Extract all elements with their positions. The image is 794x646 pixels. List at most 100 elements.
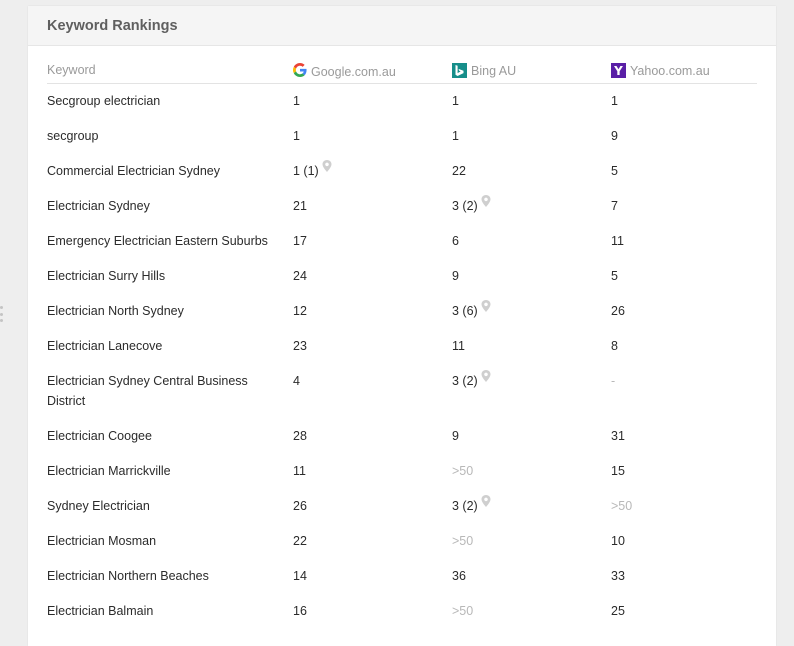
column-header-google[interactable]: Google.com.au: [293, 63, 396, 80]
keyword-cell: Electrician Surry Hills: [47, 269, 166, 283]
keyword-cell: Emergency Electrician Eastern Suburbs: [47, 234, 268, 248]
keyword-cell: Commercial Electrician Sydney: [47, 164, 220, 178]
keyword-cell: Electrician North Sydney: [47, 304, 184, 318]
google-rank-cell: 1 (1): [293, 160, 332, 181]
keyword-cell: Electrician Sydney Central Business Dist…: [47, 374, 248, 408]
yahoo-rank-cell: 31: [611, 426, 625, 446]
table-header-row: Keyword Google.com.au Bing AU Y Yahoo.co…: [47, 61, 757, 84]
drag-dot: [0, 312, 3, 316]
keyword-cell: Electrician Coogee: [47, 429, 152, 443]
bing-rank-cell: 3 (2): [452, 493, 491, 516]
yahoo-rank-value: 10: [611, 534, 625, 548]
google-rank-cell: 1: [293, 91, 300, 111]
bing-rank-value: >50: [452, 604, 474, 618]
yahoo-rank-value: 5: [611, 164, 618, 178]
bing-rank-cell: 9: [452, 426, 459, 446]
google-rank-cell: 23: [293, 336, 307, 356]
yahoo-rank-value: 8: [611, 339, 618, 353]
column-header-keyword[interactable]: Keyword: [47, 63, 96, 77]
yahoo-rank-cell: 7: [611, 196, 618, 216]
bing-rank-value: 1: [452, 94, 459, 108]
google-rank-cell: 11: [293, 461, 306, 481]
bing-rank-cell: >50: [452, 601, 473, 621]
yahoo-rank-value: 26: [611, 304, 625, 318]
keyword-cell: Electrician Sydney: [47, 199, 150, 213]
resize-drag-handle[interactable]: [0, 306, 4, 322]
table-row[interactable]: Commercial Electrician Sydney 1 (1) 22 5: [47, 154, 757, 189]
keyword-cell: Electrician Mosman: [47, 534, 157, 548]
yahoo-rank-value: 1: [611, 94, 618, 108]
column-header-label: Keyword: [47, 63, 96, 77]
google-rank-value: 23: [293, 339, 307, 353]
bing-rank-cell: >50: [452, 461, 473, 481]
yahoo-rank-value: 7: [611, 199, 618, 213]
yahoo-rank-cell: >50: [611, 496, 632, 516]
yahoo-rank-cell: 26: [611, 301, 625, 321]
yahoo-rank-value: 15: [611, 464, 625, 478]
drag-dot: [0, 319, 3, 322]
column-header-label: Google.com.au: [311, 64, 396, 79]
google-rank-cell: 22: [293, 531, 307, 551]
table-row[interactable]: Electrician Lanecove 23 11 8: [47, 329, 757, 364]
bing-rank-cell: 3 (2): [452, 370, 491, 391]
google-rank-cell: 4: [293, 371, 300, 391]
table-row[interactable]: Emergency Electrician Eastern Suburbs 17 6…: [47, 224, 757, 259]
bing-rank-cell: 3 (6): [452, 300, 491, 321]
google-rank-cell: 14: [293, 566, 307, 586]
bing-rank-cell: 9: [452, 266, 459, 286]
table-row[interactable]: Electrician Sydney Central Business Dist…: [47, 364, 757, 419]
yahoo-rank-cell: 15: [611, 461, 625, 481]
google-rank-cell: 28: [293, 426, 307, 446]
yahoo-rank-cell: 9: [611, 126, 618, 146]
bing-rank-cell: 11: [452, 336, 465, 356]
bing-rank-cell: 36: [452, 566, 466, 586]
bing-rank-cell: 1: [452, 91, 459, 111]
yahoo-rank-cell: -: [611, 371, 615, 391]
yahoo-rank-value: 25: [611, 604, 625, 618]
google-rank-value: 24: [293, 269, 307, 283]
table-row[interactable]: Electrician Coogee 28 9 31: [47, 419, 757, 454]
bing-rank-cell: 22: [452, 161, 466, 181]
bing-rank-value: 9: [452, 429, 459, 443]
google-rank-value: 12: [293, 304, 307, 318]
table-row[interactable]: Electrician Balmain 16 >50 25: [47, 594, 757, 629]
table-row[interactable]: Electrician Marrickville 11 >50 15: [47, 454, 757, 489]
yahoo-rank-value: -: [611, 374, 616, 388]
yahoo-rank-cell: 11: [611, 231, 624, 251]
bing-rank-value: 11: [452, 339, 465, 353]
keyword-rankings-panel: Keyword Rankings Keyword Google.com.au B…: [28, 6, 776, 646]
google-rank-value: 1: [293, 129, 300, 143]
table-row[interactable]: Electrician Mosman 22 >50 10: [47, 524, 757, 559]
map-pin-icon: [481, 493, 491, 513]
google-rank-value: 4: [293, 374, 300, 388]
rankings-table: Keyword Google.com.au Bing AU Y Yahoo.co…: [47, 61, 757, 629]
google-rank-value: 11: [293, 464, 306, 478]
table-row[interactable]: Electrician North Sydney 12 3 (6) 26: [47, 294, 757, 329]
google-rank-value: 28: [293, 429, 307, 443]
google-rank-cell: 1: [293, 126, 300, 146]
table-row[interactable]: secgroup 1 1 9: [47, 119, 757, 154]
bing-rank-value: 3 (2): [452, 499, 478, 513]
bing-rank-value: 3 (2): [452, 374, 478, 388]
drag-dot: [0, 306, 3, 309]
bing-rank-value: 22: [452, 164, 466, 178]
keyword-cell: Electrician Marrickville: [47, 464, 171, 478]
column-header-label: Yahoo.com.au: [630, 63, 710, 78]
google-rank-cell: 24: [293, 266, 307, 286]
column-header-bing[interactable]: Bing AU: [452, 63, 516, 78]
yahoo-rank-value: >50: [611, 499, 633, 513]
google-rank-value: 26: [293, 499, 307, 513]
yahoo-rank-value: 5: [611, 269, 618, 283]
bing-rank-cell: 1: [452, 126, 459, 146]
table-row[interactable]: Sydney Electrician 26 3 (2) >50: [47, 489, 757, 524]
yahoo-rank-value: 33: [611, 569, 625, 583]
yahoo-rank-cell: 1: [611, 91, 618, 111]
table-row[interactable]: Electrician Sydney 21 3 (2) 7: [47, 189, 757, 224]
keyword-cell: Electrician Lanecove: [47, 339, 163, 353]
table-row[interactable]: Electrician Northern Beaches 14 36 33: [47, 559, 757, 594]
table-body: Secgroup electrician 1 1 1 secgroup 1 1 9 Commer…: [47, 84, 757, 629]
column-header-yahoo[interactable]: Y Yahoo.com.au: [611, 63, 710, 78]
table-row[interactable]: Secgroup electrician 1 1 1: [47, 84, 757, 119]
table-row[interactable]: Electrician Surry Hills 24 9 5: [47, 259, 757, 294]
keyword-cell: Electrician Balmain: [47, 604, 154, 618]
